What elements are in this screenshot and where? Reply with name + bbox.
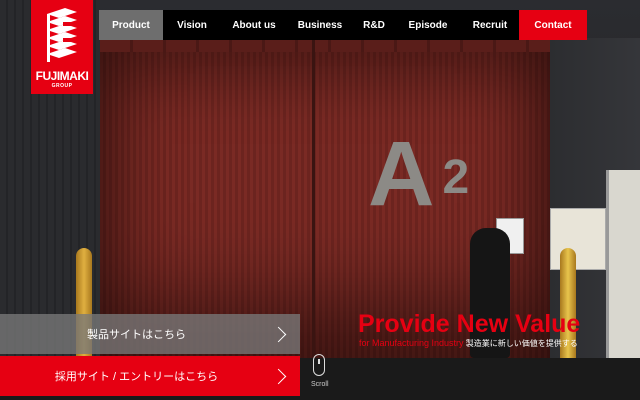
nav-item-recruit[interactable]: Recruit: [461, 10, 519, 40]
chevron-right-icon: [270, 326, 287, 342]
door-sign: A2: [368, 123, 472, 225]
brand-logo[interactable]: FUJIMAKI GROUP: [31, 0, 93, 94]
main-nav: Product Vision About us Business R&D Epi…: [99, 10, 587, 40]
brand-group: GROUP: [51, 83, 73, 89]
recruit-site-link[interactable]: 採用サイト / エントリーはこちら: [0, 356, 300, 396]
nav-item-episode[interactable]: Episode: [395, 10, 461, 40]
recruit-site-label: 採用サイト / エントリーはこちら: [54, 371, 219, 383]
chevron-right-icon: [270, 368, 287, 384]
product-site-link[interactable]: 製品サイトはこちら: [0, 314, 300, 354]
hero-sub-en: for Manufacturing Industry: [359, 338, 464, 348]
background-door-band: [100, 38, 550, 52]
hero-sub-ja: 製造業に新しい価値を提供する: [465, 339, 578, 348]
nav-item-business[interactable]: Business: [287, 10, 353, 40]
scroll-mouse-icon[interactable]: [313, 354, 325, 376]
nav-item-vision[interactable]: Vision: [163, 10, 221, 40]
nav-item-about-us[interactable]: About us: [221, 10, 287, 40]
nav-item-product[interactable]: Product: [99, 10, 163, 40]
product-site-label: 製品サイトはこちら: [87, 329, 186, 341]
scroll-label: Scroll: [311, 381, 329, 388]
hero-subline: for Manufacturing Industry 製造業に新しい価値を提供す…: [359, 338, 578, 349]
hero-headline: Provide New Value: [358, 310, 581, 338]
fujimaki-logo-mark: [47, 8, 79, 62]
nav-item-rd[interactable]: R&D: [353, 10, 395, 40]
brand-name: FUJIMAKI: [35, 69, 89, 83]
background-door-seam: [312, 38, 315, 358]
nav-contact-button[interactable]: Contact: [519, 10, 587, 40]
background-sign: [550, 208, 606, 270]
background-machine: [606, 170, 640, 360]
